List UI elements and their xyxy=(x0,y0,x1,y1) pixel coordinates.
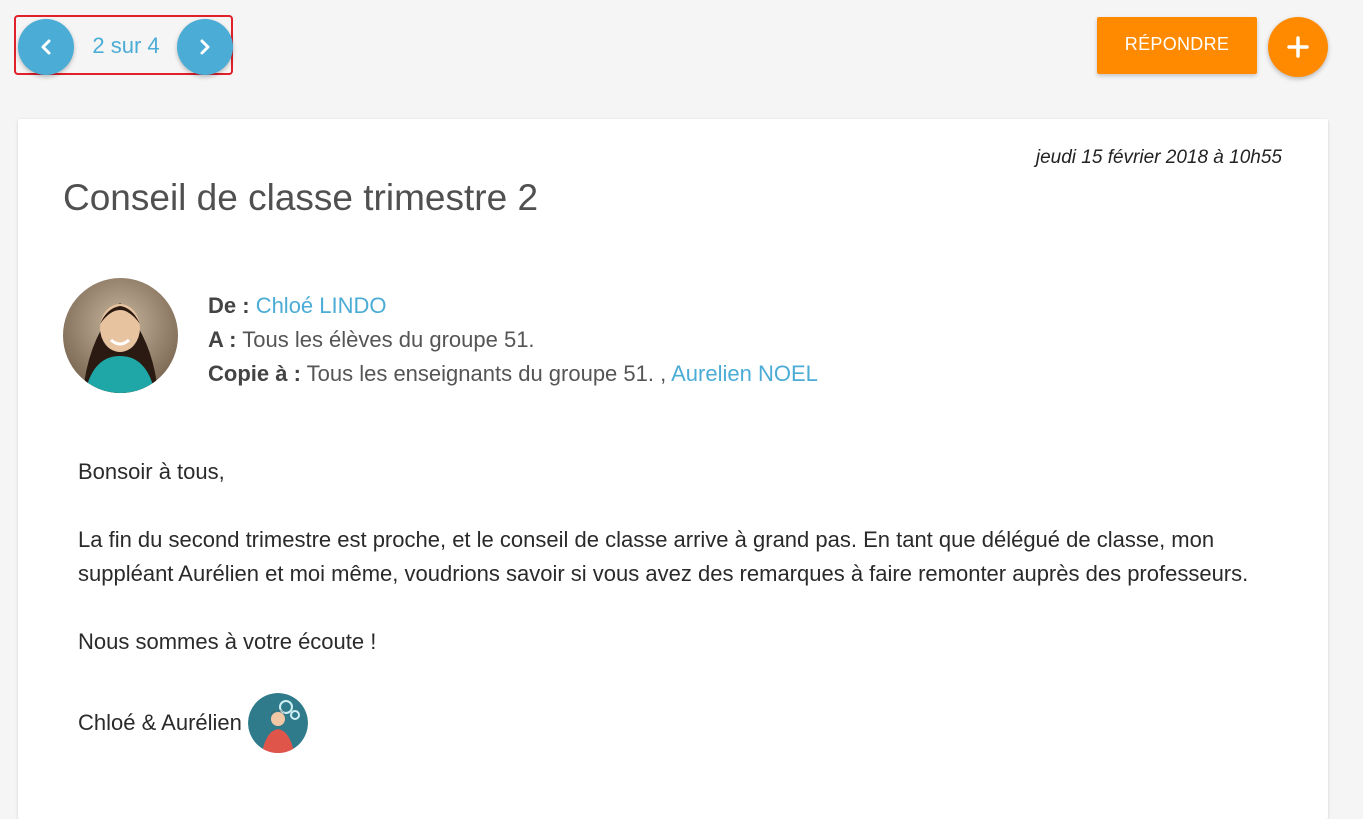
signature-text: Chloé & Aurélien xyxy=(78,710,242,735)
reply-button[interactable]: RÉPONDRE xyxy=(1097,17,1257,74)
from-line: De : Chloé LINDO xyxy=(208,289,818,323)
message-pager: 2 sur 4 xyxy=(14,15,233,75)
body-paragraph: La fin du second trimestre est proche, e… xyxy=(78,527,1249,586)
message-title: Conseil de classe trimestre 2 xyxy=(63,177,539,218)
to-line: A : Tous les élèves du groupe 51. xyxy=(208,323,818,357)
next-message-button[interactable] xyxy=(177,19,233,75)
message-body: Bonsoir à tous, La fin du second trimest… xyxy=(78,455,1278,753)
body-closing: Nous sommes à votre écoute ! xyxy=(78,629,377,654)
body-greeting: Bonsoir à tous, xyxy=(78,459,225,484)
cc-label: Copie à : xyxy=(208,361,301,386)
new-message-button[interactable] xyxy=(1268,17,1328,77)
sender-avatar xyxy=(63,278,178,393)
top-toolbar: 2 sur 4 RÉPONDRE xyxy=(0,0,1363,110)
message-recipients: De : Chloé LINDO A : Tous les élèves du … xyxy=(208,289,818,391)
cc-value: Tous les enseignants du groupe 51. , xyxy=(306,361,667,386)
to-value: Tous les élèves du groupe 51. xyxy=(242,327,535,352)
cc-recipient-link[interactable]: Aurelien NOEL xyxy=(671,361,818,386)
chevron-left-icon xyxy=(41,39,51,55)
message-date: jeudi 15 février 2018 à 10h55 xyxy=(1035,147,1282,168)
signature-sticker-icon xyxy=(247,693,308,753)
signature: Chloé & Aurélien xyxy=(78,693,1278,753)
pager-position: 2 sur 4 xyxy=(92,33,160,58)
from-label: De : xyxy=(208,293,250,318)
to-label: A : xyxy=(208,327,237,352)
chevron-right-icon xyxy=(200,39,210,55)
message-card: jeudi 15 février 2018 à 10h55 Conseil de… xyxy=(18,119,1328,819)
plus-icon xyxy=(1287,36,1309,58)
previous-message-button[interactable] xyxy=(18,19,74,75)
cc-line: Copie à : Tous les enseignants du groupe… xyxy=(208,357,818,391)
sender-link[interactable]: Chloé LINDO xyxy=(256,293,387,318)
